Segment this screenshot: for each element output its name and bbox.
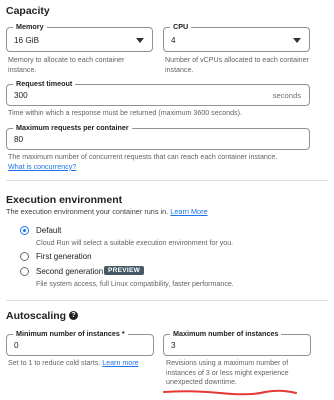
memory-select[interactable]: Memory 16 GiB: [6, 22, 153, 52]
max-requests-label: Maximum requests per container: [13, 123, 132, 132]
memory-label: Memory: [13, 22, 47, 31]
max-instances-value: 3: [171, 341, 176, 350]
memory-hint: Memory to allocate to each container ins…: [8, 56, 125, 74]
radio-second-generation-label: Second generation: [36, 267, 104, 276]
min-instances-hint-text: Set to 1 to reduce cold starts.: [8, 359, 101, 367]
radio-second-generation-desc: File system access, full Linux compatibi…: [36, 280, 234, 288]
radio-default-desc: Cloud Run will select a suitable executi…: [36, 239, 234, 247]
max-requests-hint-text: The maximum number of concurrent request…: [8, 153, 278, 161]
learn-more-link[interactable]: Learn More: [170, 207, 207, 216]
chevron-down-icon: [293, 38, 301, 43]
radio-first-generation[interactable]: [20, 252, 29, 261]
max-requests-value: 80: [14, 135, 24, 144]
max-instances-label: Maximum number of instances: [170, 329, 282, 338]
divider: [6, 300, 328, 301]
red-underline-annotation: [163, 389, 297, 396]
min-instances-input[interactable]: Minimum number of instances * 0: [6, 329, 154, 356]
cpu-select[interactable]: CPU 4: [163, 22, 310, 52]
request-timeout-hint: Time within which a response must be ret…: [8, 109, 242, 117]
execution-desc-text: The execution environment your container…: [6, 207, 169, 216]
min-instances-hint: Set to 1 to reduce cold starts. Learn mo…: [8, 359, 153, 369]
cpu-hint: Number of vCPUs allocated to each contai…: [165, 56, 309, 74]
radio-first-generation-label: First generation: [36, 252, 92, 261]
radio-default-label: Default: [36, 226, 62, 235]
divider: [6, 180, 328, 181]
chevron-down-icon: [136, 38, 144, 43]
execution-environment-desc: The execution environment your container…: [6, 207, 208, 216]
execution-environment-title: Execution environment: [6, 194, 123, 206]
max-instances-input[interactable]: Maximum number of instances 3: [163, 329, 311, 356]
preview-badge: PREVIEW: [104, 266, 145, 275]
min-instances-learn-more-link[interactable]: Learn more: [102, 359, 138, 367]
max-requests-input[interactable]: Maximum requests per container 80: [6, 123, 310, 150]
memory-value: 16 GiB: [14, 36, 40, 45]
min-instances-label: Minimum number of instances *: [13, 329, 128, 338]
request-timeout-value: 300: [14, 91, 28, 100]
cpu-value: 4: [171, 36, 176, 45]
request-timeout-label: Request timeout: [13, 79, 76, 88]
max-requests-hint: The maximum number of concurrent request…: [8, 153, 312, 172]
autoscaling-title: Autoscaling: [6, 310, 67, 322]
what-is-concurrency-link[interactable]: What is concurrency?: [8, 163, 76, 171]
radio-default[interactable]: [20, 226, 29, 235]
cpu-label: CPU: [170, 22, 192, 31]
min-instances-value: 0: [14, 341, 19, 350]
seconds-suffix: seconds: [272, 91, 301, 100]
request-timeout-input[interactable]: Request timeout 300 seconds: [6, 79, 310, 106]
radio-second-generation[interactable]: [20, 267, 29, 276]
help-circle-icon[interactable]: ?: [69, 311, 78, 320]
capacity-title: Capacity: [6, 5, 50, 17]
